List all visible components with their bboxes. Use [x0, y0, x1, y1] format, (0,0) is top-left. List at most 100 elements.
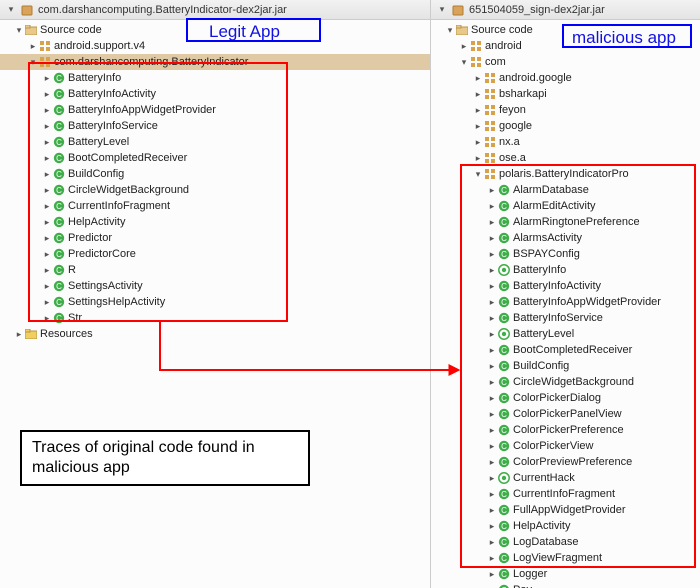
tree-package[interactable]: ▸android.support.v4 — [0, 38, 430, 54]
tree-package[interactable]: ▸bsharkapi — [431, 86, 700, 102]
chevron-right-icon[interactable]: ▸ — [459, 41, 469, 51]
tree-package[interactable]: ▾com — [431, 54, 700, 70]
chevron-right-icon[interactable]: ▸ — [487, 377, 497, 387]
chevron-right-icon[interactable]: ▸ — [42, 297, 52, 307]
chevron-right-icon[interactable]: ▸ — [28, 41, 38, 51]
chevron-right-icon[interactable]: ▸ — [42, 121, 52, 131]
chevron-right-icon[interactable]: ▸ — [473, 89, 483, 99]
chevron-right-icon[interactable]: ▸ — [42, 169, 52, 179]
tree-source-root[interactable]: ▾Source code — [431, 22, 700, 38]
chevron-down-icon[interactable]: ▾ — [14, 25, 24, 35]
tree-right[interactable]: ▾Source code▸android▾com▸android.google▸… — [431, 20, 700, 588]
tree-class[interactable]: ▸CCircleWidgetBackground — [431, 374, 700, 390]
chevron-right-icon[interactable]: ▸ — [487, 521, 497, 531]
chevron-right-icon[interactable]: ▸ — [42, 153, 52, 163]
chevron-right-icon[interactable]: ▸ — [487, 441, 497, 451]
chevron-down-icon[interactable]: ▾ — [459, 57, 469, 67]
tree-package[interactable]: ▸google — [431, 118, 700, 134]
chevron-right-icon[interactable]: ▸ — [42, 185, 52, 195]
tree-class[interactable]: ▸CBatteryInfoService — [0, 118, 430, 134]
tree-class[interactable]: ▸CPredictor — [0, 230, 430, 246]
chevron-right-icon[interactable]: ▸ — [487, 393, 497, 403]
tree-class[interactable]: ▸CBatteryInfoAppWidgetProvider — [0, 102, 430, 118]
chevron-right-icon[interactable]: ▸ — [487, 569, 497, 579]
tree-class[interactable]: ▸CColorPickerPanelView — [431, 406, 700, 422]
chevron-right-icon[interactable]: ▸ — [42, 281, 52, 291]
collapse-icon[interactable]: ▾ — [6, 5, 16, 15]
tree-class[interactable]: ▸CBatteryLevel — [0, 134, 430, 150]
chevron-right-icon[interactable]: ▸ — [487, 489, 497, 499]
tree-package[interactable]: ▸nx.a — [431, 134, 700, 150]
chevron-right-icon[interactable]: ▸ — [42, 313, 52, 323]
chevron-right-icon[interactable]: ▸ — [473, 137, 483, 147]
tree-class[interactable]: ▸CHelpActivity — [0, 214, 430, 230]
tree-class[interactable]: ▸CColorPickerPreference — [431, 422, 700, 438]
tree-class[interactable]: ▸CLogger — [431, 566, 700, 582]
chevron-right-icon[interactable]: ▸ — [14, 329, 24, 339]
chevron-right-icon[interactable]: ▸ — [487, 537, 497, 547]
tree-class[interactable]: ▸CBootCompletedReceiver — [0, 150, 430, 166]
tree-class[interactable]: ▸CBatteryInfoService — [431, 310, 700, 326]
chevron-right-icon[interactable]: ▸ — [42, 105, 52, 115]
chevron-right-icon[interactable]: ▸ — [487, 425, 497, 435]
tree-package[interactable]: ▾polaris.BatteryIndicatorPro — [431, 166, 700, 182]
chevron-right-icon[interactable]: ▸ — [487, 409, 497, 419]
chevron-right-icon[interactable]: ▸ — [42, 137, 52, 147]
chevron-right-icon[interactable]: ▸ — [42, 201, 52, 211]
chevron-right-icon[interactable]: ▸ — [487, 265, 497, 275]
tree-class[interactable]: ▸CColorPreviewPreference — [431, 454, 700, 470]
chevron-right-icon[interactable]: ▸ — [487, 505, 497, 515]
tree-class[interactable]: ▸CBatteryInfoActivity — [431, 278, 700, 294]
chevron-right-icon[interactable]: ▸ — [487, 345, 497, 355]
chevron-right-icon[interactable]: ▸ — [487, 185, 497, 195]
tree-class[interactable]: ▸CAlarmsActivity — [431, 230, 700, 246]
chevron-right-icon[interactable]: ▸ — [487, 313, 497, 323]
chevron-right-icon[interactable]: ▸ — [487, 329, 497, 339]
tree-class[interactable]: ▸BatteryInfo — [431, 262, 700, 278]
chevron-right-icon[interactable]: ▸ — [42, 249, 52, 259]
tree-class[interactable]: ▸CLogDatabase — [431, 534, 700, 550]
tree-class[interactable]: ▸CPay — [431, 582, 700, 588]
tree-class[interactable]: ▸CCurrentInfoFragment — [0, 198, 430, 214]
chevron-right-icon[interactable]: ▸ — [487, 473, 497, 483]
chevron-right-icon[interactable]: ▸ — [487, 297, 497, 307]
tree-class[interactable]: ▸CAlarmDatabase — [431, 182, 700, 198]
tree-class[interactable]: ▸BatteryLevel — [431, 326, 700, 342]
tree-class[interactable]: ▸CColorPickerView — [431, 438, 700, 454]
chevron-down-icon[interactable]: ▾ — [445, 25, 455, 35]
tree-package[interactable]: ▸android — [431, 38, 700, 54]
chevron-right-icon[interactable]: ▸ — [487, 553, 497, 563]
chevron-right-icon[interactable]: ▸ — [487, 281, 497, 291]
tree-class[interactable]: ▸CColorPickerDialog — [431, 390, 700, 406]
tree-class[interactable]: ▸CBootCompletedReceiver — [431, 342, 700, 358]
tree-class[interactable]: ▸CLogViewFragment — [431, 550, 700, 566]
tree-class[interactable]: ▸CSettingsHelpActivity — [0, 294, 430, 310]
tree-package[interactable]: ▸android.google — [431, 70, 700, 86]
chevron-right-icon[interactable]: ▸ — [473, 121, 483, 131]
chevron-right-icon[interactable]: ▸ — [487, 361, 497, 371]
tree-class[interactable]: ▸CStr — [0, 310, 430, 326]
tree-class[interactable]: ▸CurrentHack — [431, 470, 700, 486]
tree-package[interactable]: ▾com.darshancomputing.BatteryIndicator — [0, 54, 430, 70]
tree-class[interactable]: ▸CAlarmRingtonePreference — [431, 214, 700, 230]
chevron-right-icon[interactable]: ▸ — [42, 265, 52, 275]
tree-class[interactable]: ▸CBuildConfig — [0, 166, 430, 182]
tree-class[interactable]: ▸CBatteryInfo — [0, 70, 430, 86]
tree-class[interactable]: ▸CCircleWidgetBackground — [0, 182, 430, 198]
tree-left[interactable]: ▾Source code▸android.support.v4▾com.dars… — [0, 20, 430, 344]
tree-class[interactable]: ▸CBatteryInfoAppWidgetProvider — [431, 294, 700, 310]
chevron-right-icon[interactable]: ▸ — [42, 73, 52, 83]
tree-package[interactable]: ▸ose.a — [431, 150, 700, 166]
tree-package[interactable]: ▸feyon — [431, 102, 700, 118]
tree-class[interactable]: ▸CSettingsActivity — [0, 278, 430, 294]
tree-class[interactable]: ▸CAlarmEditActivity — [431, 198, 700, 214]
chevron-right-icon[interactable]: ▸ — [487, 249, 497, 259]
tree-class[interactable]: ▸CBuildConfig — [431, 358, 700, 374]
tree-class[interactable]: ▸CBSPAYConfig — [431, 246, 700, 262]
tree-class[interactable]: ▸CBatteryInfoActivity — [0, 86, 430, 102]
chevron-right-icon[interactable]: ▸ — [487, 201, 497, 211]
chevron-right-icon[interactable]: ▸ — [42, 89, 52, 99]
chevron-right-icon[interactable]: ▸ — [473, 73, 483, 83]
tree-resources[interactable]: ▸Resources — [0, 326, 430, 342]
chevron-right-icon[interactable]: ▸ — [487, 233, 497, 243]
